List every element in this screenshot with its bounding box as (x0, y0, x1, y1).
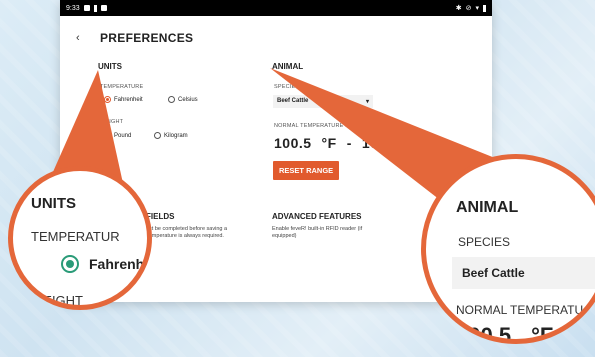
range-low[interactable]: 100.5 (274, 135, 312, 151)
species-value: Beef Cattle (277, 98, 309, 104)
species-select[interactable]: Beef Cattle ▾ (273, 95, 373, 108)
radio-celsius[interactable]: Celsius (168, 96, 198, 103)
animal-title: ANIMAL (272, 62, 304, 71)
reset-range-button[interactable]: RESET RANGE (273, 161, 340, 180)
advanced-desc-line1: Enable feveR! built-in RFID reader (if (272, 226, 363, 232)
advanced-title: ADVANCED FEATURES (272, 212, 362, 221)
temperature-range[interactable]: 100.5 °F - 102.5 °F (274, 135, 425, 151)
dropdown-arrow-icon: ▾ (365, 99, 369, 105)
fields-desc-line2: Temperature is always required. (146, 233, 224, 240)
species-label: SPECIES (274, 84, 300, 90)
zoom-circle-units: UNITS TEMPERATUR Fahrenh WEIGHT (8, 166, 152, 310)
fields-description: ust be completed before saving a Tempera… (146, 226, 227, 241)
radio-label-celsius: Celsius (178, 96, 198, 103)
radio-selected-icon[interactable] (104, 132, 111, 139)
advanced-description: Enable feveR! built-in RFID reader (if e… (272, 226, 362, 241)
range-unit-high: °F (409, 135, 425, 151)
radio-fahrenheit[interactable]: Fahrenheit (104, 96, 143, 103)
radio-pound[interactable]: Pound (104, 132, 131, 139)
units-title: UNITS (98, 62, 122, 71)
chevron-left-icon[interactable]: ‹ (76, 32, 80, 44)
range-label: NORMAL TEMPERATURE RANGE (274, 123, 366, 129)
fields-desc-line1: ust be completed before saving a (146, 226, 228, 232)
fields-title: FIELDS (146, 212, 175, 221)
radio-label-fahrenheit: Fahrenheit (114, 96, 143, 103)
zoom-units-title: UNITS (31, 195, 76, 212)
wifi-icon: ▾ (475, 5, 479, 12)
zoom-animal-title: ANIMAL (456, 199, 519, 216)
advanced-desc-line2: equipped) (272, 233, 297, 240)
temperature-label: TEMPERATURE (100, 84, 144, 90)
range-unit-low: °F (321, 135, 337, 151)
notification-icon-2 (93, 4, 97, 12)
notification-icon-3 (100, 5, 107, 11)
zoom-radio-selected-icon (61, 255, 79, 273)
battery-icon (483, 4, 486, 12)
range-high[interactable]: 102.5 (362, 135, 400, 151)
mute-icon: ⊘ (465, 5, 472, 12)
notification-icon (83, 5, 90, 11)
radio-kilogram[interactable]: Kilogram (154, 132, 188, 139)
range-separator: - (346, 135, 352, 151)
header: ‹ PREFERENCES (60, 26, 492, 50)
page-title: PREFERENCES (100, 31, 194, 45)
zoom-option-label: Fahrenh (89, 256, 145, 272)
zoom-species-label: SPECIES (458, 235, 511, 249)
radio-label-pound: Pound (114, 132, 132, 139)
radio-unselected-icon[interactable] (168, 96, 175, 103)
status-time: 9:33 (66, 4, 80, 12)
bluetooth-icon: ✱ (455, 5, 462, 12)
weight-label: WEIGHT (100, 119, 124, 125)
radio-label-kilogram: Kilogram (164, 132, 188, 139)
radio-selected-icon[interactable] (104, 96, 111, 103)
zoom-species-select: Beef Cattle (452, 257, 595, 289)
zoom-range-label: NORMAL TEMPERATU (456, 303, 584, 317)
radio-unselected-icon[interactable] (154, 132, 161, 139)
zoom-radio-fahrenheit: Fahrenh (61, 255, 144, 273)
zoom-species-value: Beef Cattle (462, 266, 525, 280)
zoom-temperature-label: TEMPERATUR (31, 229, 120, 244)
status-bar: 9:33 ✱ ⊘ ▾ (60, 0, 492, 16)
